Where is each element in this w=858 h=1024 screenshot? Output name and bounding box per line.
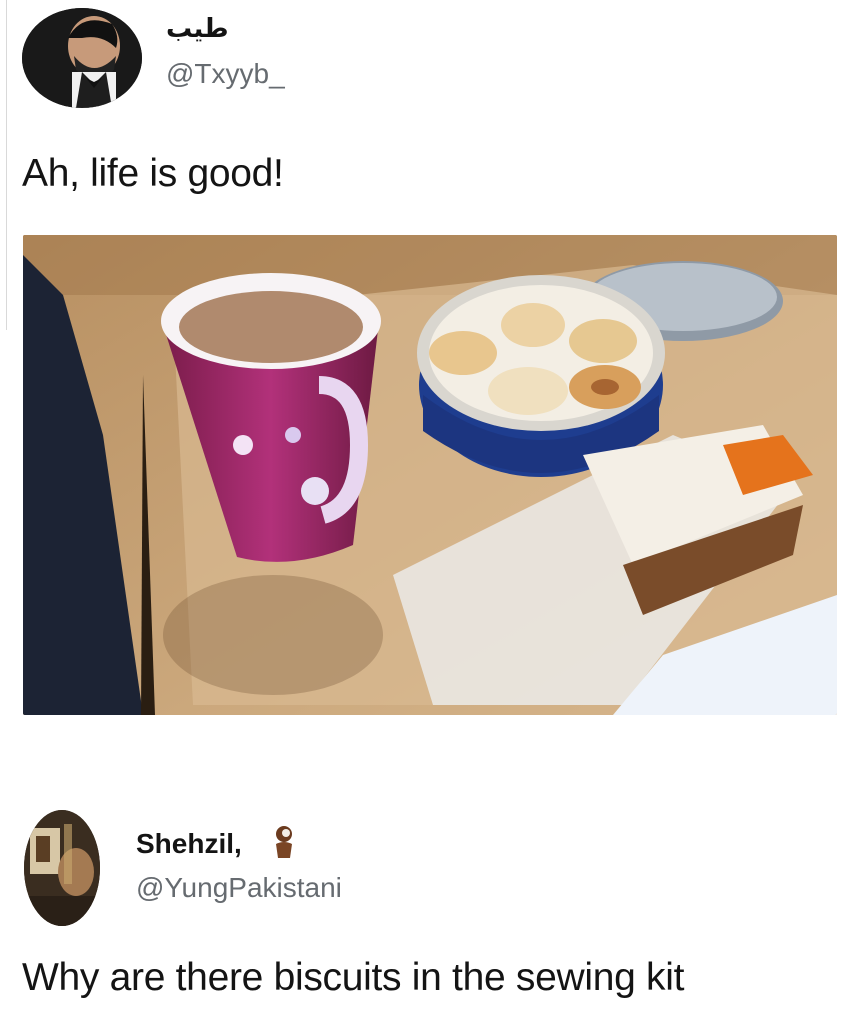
display-name[interactable]: طيب — [166, 14, 229, 44]
tweet-reply[interactable]: Shehzil, @YungPakistani Why are there bi… — [0, 800, 858, 1024]
user-handle[interactable]: @Txyyb_ — [166, 58, 285, 90]
avatar-icon[interactable] — [22, 8, 142, 108]
user-handle[interactable]: @YungPakistani — [136, 872, 342, 904]
photo-tea-and-biscuits-icon — [23, 235, 837, 715]
tweet-text: Why are there biscuits in the sewing kit — [22, 956, 685, 999]
avatar-icon[interactable] — [24, 810, 100, 926]
brown-figure-emoji-icon — [276, 826, 292, 858]
avatar-photo-icon — [24, 810, 100, 926]
tweet-original[interactable]: طيب @Txyyb_ Ah, life is good! — [0, 0, 858, 230]
tweet-photo[interactable] — [23, 235, 837, 715]
tweet-text: Ah, life is good! — [22, 152, 284, 195]
avatar-portrait-icon — [22, 8, 142, 108]
display-name[interactable]: Shehzil, — [136, 828, 242, 860]
